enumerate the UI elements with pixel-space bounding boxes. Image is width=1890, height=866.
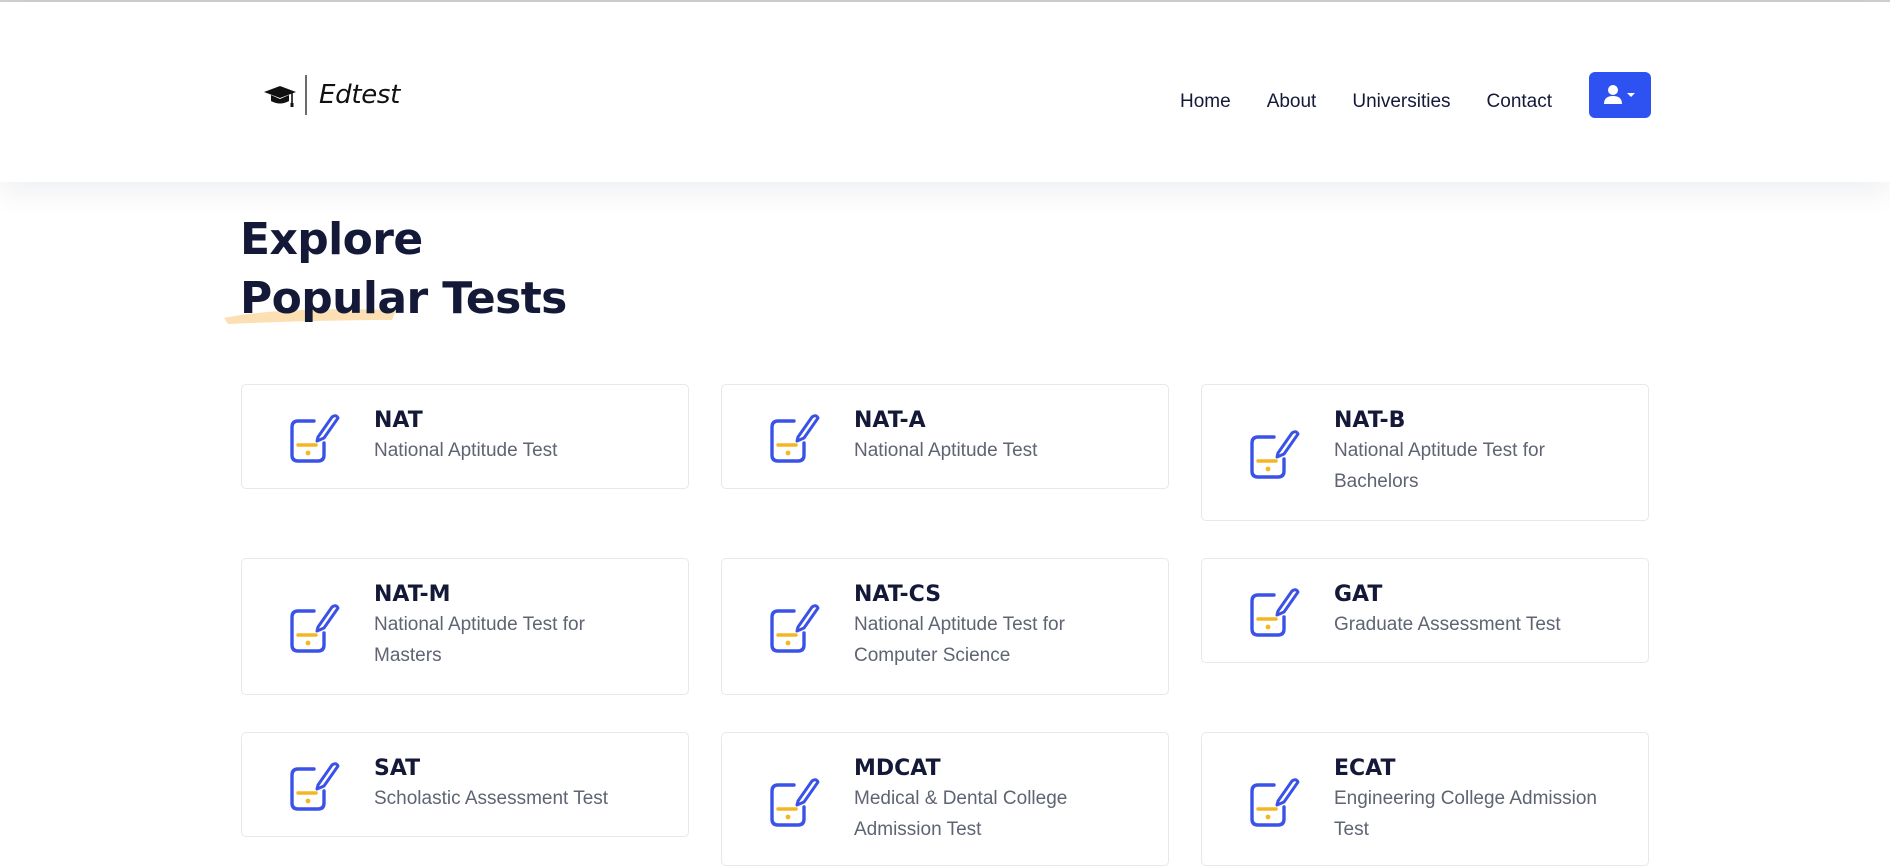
test-description: Graduate Assessment Test bbox=[1334, 614, 1561, 635]
exam-pen-icon bbox=[1250, 430, 1300, 479]
site-header: Edtest Home About Universities Contact bbox=[0, 2, 1890, 182]
test-description: Medical & Dental College Admission Test bbox=[854, 788, 1068, 840]
test-name: GAT bbox=[1334, 582, 1383, 607]
test-name: MDCAT bbox=[854, 756, 941, 781]
main-nav: Home About Universities Contact bbox=[1180, 88, 1588, 116]
test-card-mdcat[interactable]: MDCAT Medical & Dental College Admission… bbox=[721, 732, 1169, 866]
test-description: National Aptitude Test for Masters bbox=[374, 614, 585, 666]
user-icon bbox=[1604, 85, 1635, 104]
test-description: National Aptitude Test bbox=[854, 440, 1038, 461]
test-description: National Aptitude Test bbox=[374, 440, 558, 461]
logo-divider bbox=[305, 75, 307, 115]
exam-pen-icon bbox=[290, 604, 340, 653]
test-name: SAT bbox=[374, 756, 421, 781]
exam-pen-icon bbox=[770, 604, 820, 653]
exam-pen-icon bbox=[290, 762, 340, 811]
exam-pen-icon bbox=[1250, 588, 1300, 637]
title-line-explore: Explore bbox=[240, 214, 423, 265]
nav-home[interactable]: Home bbox=[1180, 88, 1231, 116]
graduation-cap-icon bbox=[264, 86, 296, 107]
exam-pen-icon bbox=[290, 414, 340, 463]
test-card-gat[interactable]: GAT Graduate Assessment Test bbox=[1201, 558, 1649, 663]
exam-pen-icon bbox=[1250, 778, 1300, 827]
test-name: ECAT bbox=[1334, 756, 1396, 781]
test-card-nat-b[interactable]: NAT-B National Aptitude Test for Bachelo… bbox=[1201, 384, 1649, 521]
test-name: NAT-B bbox=[1334, 408, 1406, 433]
exam-pen-icon bbox=[770, 778, 820, 827]
test-description: National Aptitude Test for Bachelors bbox=[1334, 440, 1545, 492]
site-logo[interactable]: Edtest bbox=[263, 74, 400, 116]
nav-contact[interactable]: Contact bbox=[1487, 88, 1552, 116]
test-card-sat[interactable]: SAT Scholastic Assessment Test bbox=[241, 732, 689, 837]
test-card-nat-cs[interactable]: NAT-CS National Aptitude Test for Comput… bbox=[721, 558, 1169, 695]
section-title: Explore Popular Tests bbox=[240, 210, 567, 328]
nav-about[interactable]: About bbox=[1267, 88, 1317, 116]
test-description: Engineering College Admission Test bbox=[1334, 788, 1597, 840]
chevron-down-icon bbox=[1627, 93, 1635, 97]
test-name: NAT-M bbox=[374, 582, 451, 607]
title-line-popular-tests: Popular Tests bbox=[240, 273, 567, 324]
test-name: NAT-A bbox=[854, 408, 926, 433]
exam-pen-icon bbox=[770, 414, 820, 463]
test-card-ecat[interactable]: ECAT Engineering College Admission Test bbox=[1201, 732, 1649, 866]
test-card-nat-m[interactable]: NAT-M National Aptitude Test for Masters bbox=[241, 558, 689, 695]
test-description: National Aptitude Test for Computer Scie… bbox=[854, 614, 1065, 666]
test-card-nat[interactable]: NAT National Aptitude Test bbox=[241, 384, 689, 489]
test-name: NAT-CS bbox=[854, 582, 942, 607]
test-name: NAT bbox=[374, 408, 423, 433]
brand-name: Edtest bbox=[319, 80, 401, 110]
test-description: Scholastic Assessment Test bbox=[374, 788, 609, 809]
test-card-nat-a[interactable]: NAT-A National Aptitude Test bbox=[721, 384, 1169, 489]
nav-universities[interactable]: Universities bbox=[1352, 88, 1450, 116]
user-menu-button[interactable] bbox=[1589, 72, 1651, 118]
